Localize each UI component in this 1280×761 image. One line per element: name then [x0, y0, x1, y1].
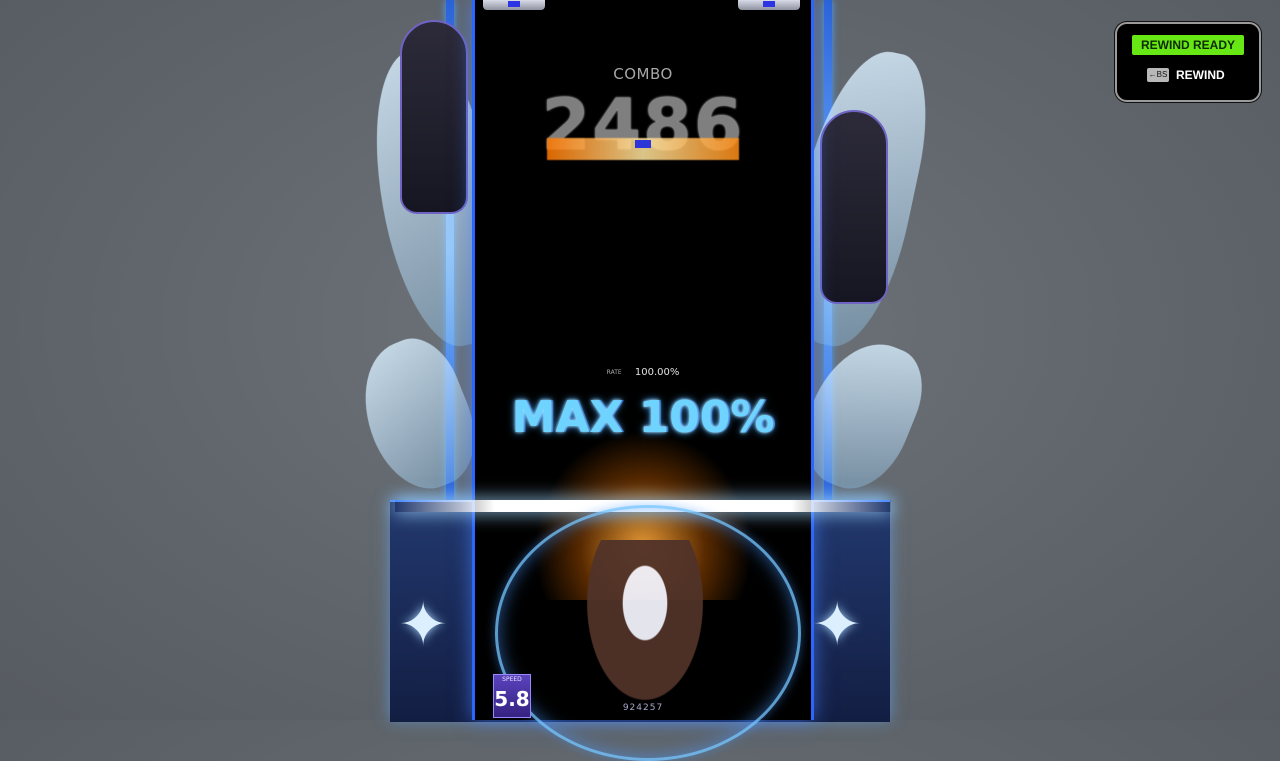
combo-note-marker — [635, 140, 651, 148]
rewind-panel: REWIND READY ←BS REWIND — [1115, 22, 1261, 102]
rate-display: RATE 100.00% — [475, 367, 811, 379]
combo-label: COMBO — [613, 65, 673, 83]
speed-label: SPEED — [502, 676, 522, 683]
top-note-left — [483, 0, 545, 10]
right-decoration — [772, 0, 942, 520]
left-sparkle-icon: ✦ — [398, 590, 449, 660]
character-portrait — [575, 540, 715, 720]
note-lane: COMBO 2486 RATE 100.00% MAX 100% SPEED 5… — [395, 0, 891, 761]
top-note-right — [738, 0, 800, 10]
backspace-key-icon[interactable]: ←BS — [1147, 68, 1169, 82]
left-dark-creature — [400, 20, 468, 214]
rate-label: RATE — [606, 369, 622, 376]
score-counter: 924257 — [622, 703, 664, 713]
rate-value: 100.00% — [634, 367, 680, 378]
right-sparkle-icon: ✦ — [812, 590, 863, 660]
left-decoration — [343, 0, 522, 520]
max-100-banner: MAX 100% — [511, 392, 775, 443]
rewind-ready-badge: REWIND READY — [1132, 35, 1244, 55]
rewind-button[interactable]: REWIND — [1176, 67, 1225, 83]
right-dark-creature — [820, 110, 888, 304]
